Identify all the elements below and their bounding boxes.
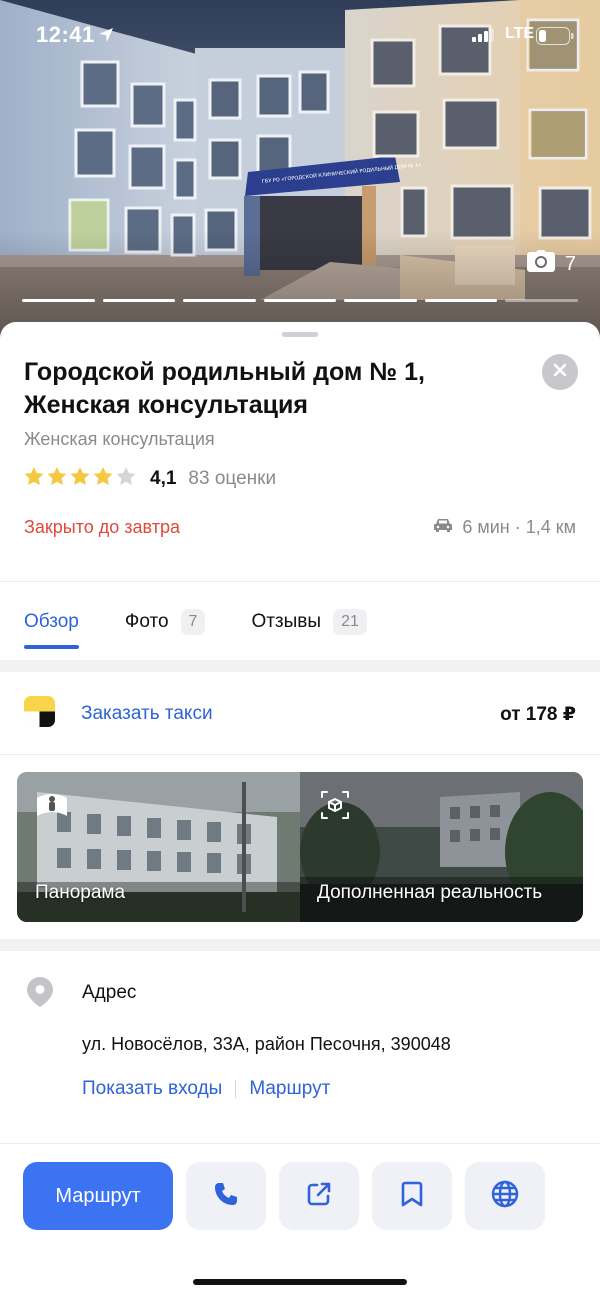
route-link[interactable]: Маршрут	[249, 1078, 330, 1100]
photo-count-button[interactable]: 7	[526, 250, 576, 278]
action-bar: Маршрут	[23, 1162, 577, 1230]
rating-count: 83 оценки	[188, 468, 277, 489]
tab-photos-count: 7	[180, 609, 206, 635]
section-gap	[0, 939, 600, 951]
star-filled-icon	[47, 467, 67, 491]
address-title: Адрес	[82, 982, 137, 1003]
home-indicator	[193, 1279, 407, 1285]
tab-reviews[interactable]: Отзывы 21	[251, 607, 367, 637]
tab-bar: Обзор Фото 7 Отзывы 21	[24, 607, 413, 651]
globe-icon	[491, 1180, 519, 1213]
order-taxi-row[interactable]: Заказать такси от 178 ₽	[24, 696, 576, 732]
location-pin-icon	[27, 977, 53, 1012]
phone-icon	[213, 1181, 239, 1212]
bookmark-button[interactable]	[372, 1162, 452, 1230]
photo-progress-indicator	[22, 299, 579, 303]
tab-active-indicator	[24, 645, 79, 649]
rating-row[interactable]: 4,1 83 оценки	[24, 467, 276, 491]
augmented-reality-card[interactable]: Дополненная реальность	[300, 772, 583, 922]
divider	[0, 754, 600, 755]
star-filled-icon	[93, 467, 113, 491]
progress-segment	[263, 299, 337, 302]
close-icon	[553, 363, 567, 382]
star-filled-icon	[70, 467, 90, 491]
place-title: Городской родильный дом № 1, Женская кон…	[24, 358, 426, 419]
taxi-icon	[24, 696, 55, 732]
website-button[interactable]	[465, 1162, 545, 1230]
place-category: Женская консультация	[24, 429, 215, 449]
panorama-icon	[35, 790, 69, 825]
media-cards: Панорама Дополненная реальность	[17, 772, 583, 922]
progress-segment	[183, 299, 256, 302]
tab-overview[interactable]: Обзор	[24, 607, 79, 649]
panorama-card[interactable]: Панорама	[17, 772, 300, 922]
tab-reviews-count: 21	[333, 609, 367, 635]
address-links: Показать входы Маршрут	[82, 1078, 330, 1100]
order-taxi-label: Заказать такси	[81, 703, 213, 724]
section-gap	[0, 660, 600, 672]
camera-icon	[526, 250, 555, 278]
divider	[0, 1143, 600, 1144]
link-separator	[235, 1080, 237, 1098]
opening-status[interactable]: Закрыто до завтра	[24, 517, 180, 538]
show-entrances-link[interactable]: Показать входы	[82, 1078, 222, 1100]
ar-label: Дополненная реальность	[317, 882, 543, 903]
tab-reviews-label: Отзывы	[251, 611, 322, 632]
signal-icon	[472, 28, 494, 47]
route-button[interactable]: Маршрут	[23, 1162, 173, 1230]
star-filled-icon	[24, 467, 44, 491]
rating-stars	[24, 467, 136, 491]
photo-count-value: 7	[564, 252, 576, 275]
panorama-label: Панорама	[35, 882, 126, 903]
progress-segment	[505, 299, 579, 302]
ar-cube-icon	[320, 790, 350, 825]
star-empty-icon	[116, 467, 136, 491]
car-icon	[433, 517, 453, 538]
progress-segment	[344, 299, 417, 302]
status-bar: 12:41 LTE	[0, 22, 600, 52]
share-icon	[306, 1181, 332, 1212]
bookmark-icon	[401, 1181, 423, 1212]
drive-time[interactable]: 6 мин · 1,4 км	[433, 517, 576, 538]
taxi-price: от 178 ₽	[500, 703, 576, 725]
share-button[interactable]	[279, 1162, 359, 1230]
address-text[interactable]: ул. Новосёлов, 33А, район Песочня, 39004…	[82, 1034, 451, 1055]
status-time: 12:41	[36, 22, 95, 47]
divider	[0, 581, 600, 582]
close-button[interactable]	[542, 354, 578, 390]
tab-photos[interactable]: Фото 7	[125, 607, 206, 637]
tab-photos-label: Фото	[124, 611, 169, 632]
battery-icon	[536, 27, 574, 50]
progress-segment	[424, 299, 498, 302]
call-button[interactable]	[186, 1162, 266, 1230]
network-type: LTE	[505, 25, 535, 42]
place-photo[interactable]: ГБУ РО «ГОРОДСКОЙ КЛИНИЧЕСКИЙ РОДИЛЬНЫЙ …	[0, 0, 600, 345]
progress-segment	[22, 299, 95, 302]
sheet-grabber[interactable]	[282, 332, 318, 337]
progress-segment	[102, 299, 176, 302]
location-arrow-icon	[98, 27, 114, 48]
tab-overview-label: Обзор	[24, 611, 79, 632]
rating-value: 4,1	[150, 468, 177, 489]
place-card-sheet: Городской родильный дом № 1, Женская кон…	[0, 322, 600, 1297]
drive-time-text: 6 мин · 1,4 км	[462, 517, 576, 537]
